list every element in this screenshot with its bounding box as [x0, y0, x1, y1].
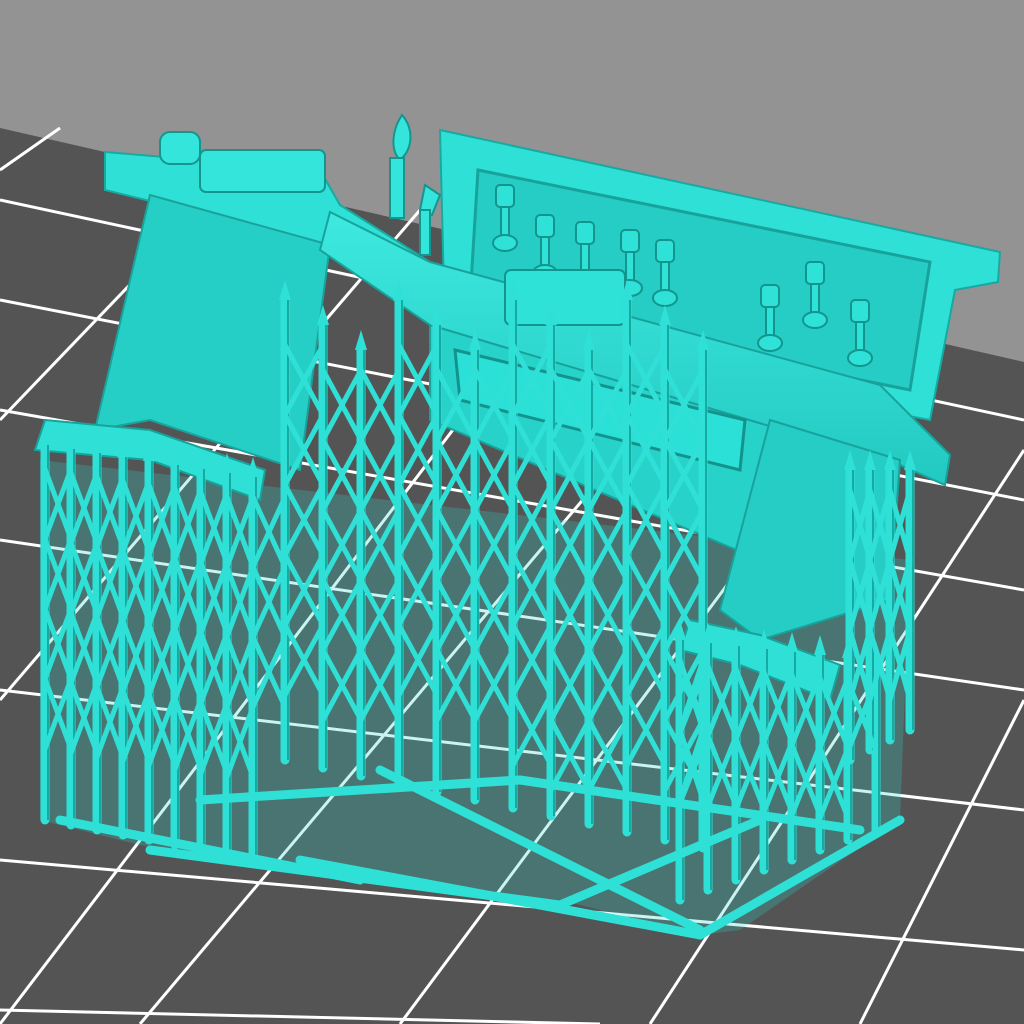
- hanging-tool: [810, 283, 820, 315]
- hanging-tool: [850, 299, 870, 323]
- hanging-tool: [805, 261, 825, 285]
- hanging-tool: [847, 349, 873, 367]
- hanging-tool: [500, 206, 510, 238]
- 3d-viewport[interactable]: [0, 0, 1024, 1024]
- hanging-tool: [760, 284, 780, 308]
- hanging-tool: [620, 229, 640, 253]
- hanging-tool: [655, 239, 675, 263]
- hanging-tool: [535, 214, 555, 238]
- scene-canvas[interactable]: [0, 0, 1024, 1024]
- hanging-tool: [802, 311, 828, 329]
- hanging-tool: [757, 334, 783, 352]
- toolbox: [504, 269, 626, 326]
- hanging-tool: [540, 236, 550, 268]
- hanging-tool: [855, 321, 865, 353]
- hanging-tool: [625, 251, 635, 283]
- hanging-tool: [575, 221, 595, 245]
- hanging-tool: [652, 289, 678, 307]
- hanging-tool: [495, 184, 515, 208]
- hanging-tool: [765, 306, 775, 338]
- print-model: [33, 113, 1002, 940]
- hanging-tool: [660, 261, 670, 293]
- hanging-tool: [492, 234, 518, 252]
